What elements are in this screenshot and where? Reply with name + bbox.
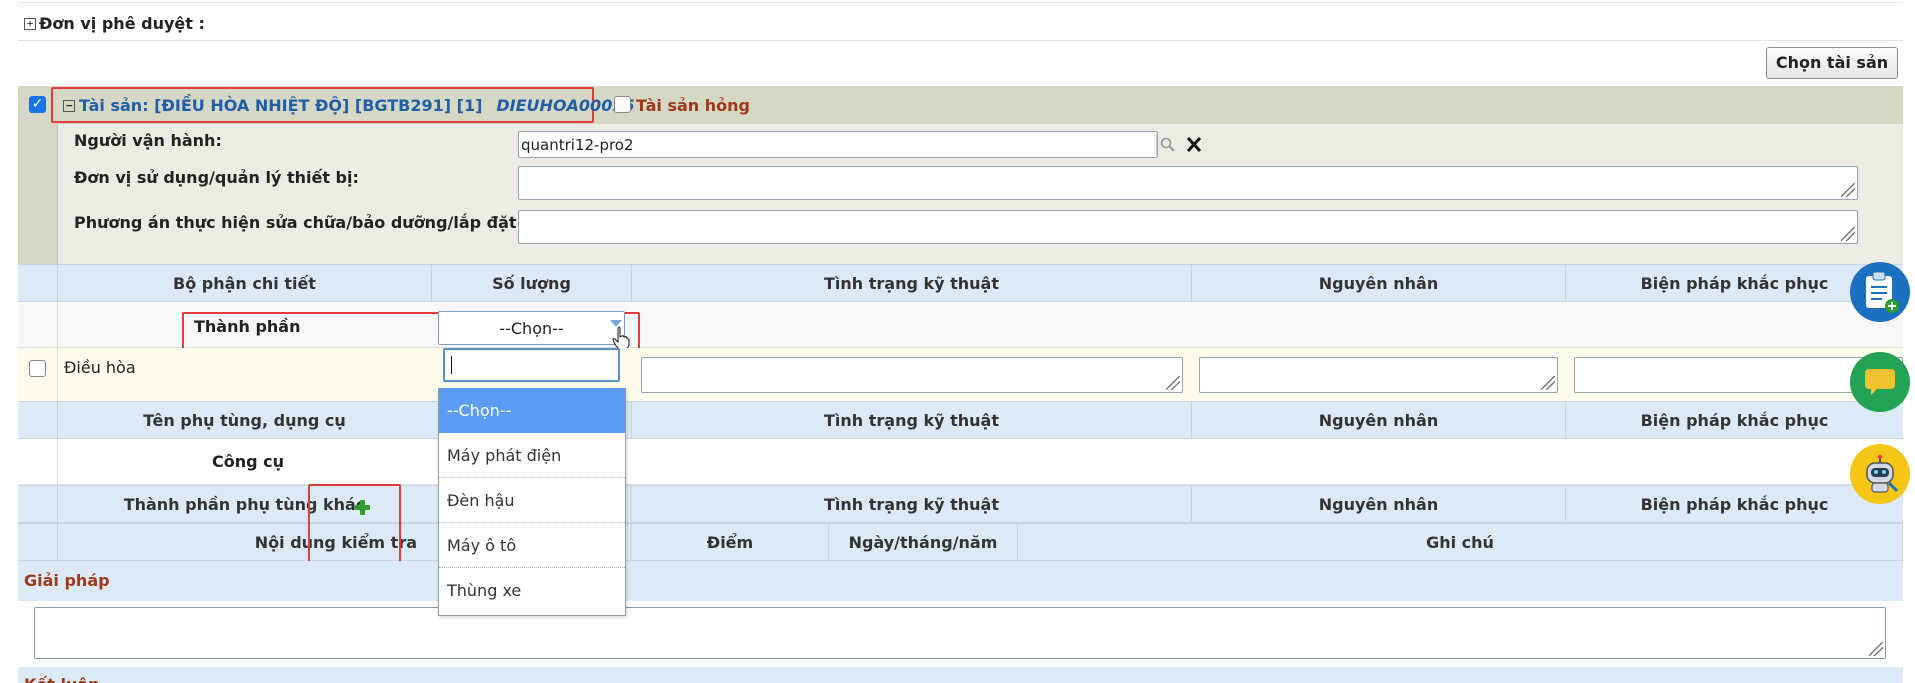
col-spare-remedy: Biện pháp khắc phục: [1565, 402, 1903, 438]
dropdown-option[interactable]: Thùng xe: [439, 568, 625, 613]
result-header: Kết luận: [18, 667, 1903, 683]
broken-asset-checkbox[interactable]: [614, 96, 631, 113]
expand-icon[interactable]: +: [24, 17, 36, 30]
chat-button[interactable]: [1850, 352, 1910, 412]
col-quantity: Số lượng: [431, 265, 631, 301]
col-date: Ngày/tháng/năm: [828, 524, 1017, 560]
solution-header: Giải pháp: [18, 561, 1903, 601]
operator-label: Người vận hành:: [74, 131, 222, 150]
item-tech-status-input[interactable]: [641, 357, 1183, 393]
plan-label: Phương án thực hiện sửa chữa/bảo dưỡng/l…: [74, 213, 523, 232]
text-cursor: [451, 356, 452, 374]
plan-textarea[interactable]: [518, 210, 1858, 244]
collapse-icon[interactable]: −: [63, 99, 75, 112]
col-spare-cause: Nguyên nhân: [1191, 402, 1565, 438]
dropdown-option[interactable]: Máy phát điện: [439, 433, 625, 478]
asset-checkbox[interactable]: ✓: [29, 96, 46, 113]
tools-row: [18, 439, 1903, 485]
solution-label: Giải pháp: [24, 571, 110, 590]
add-buttons-highlight: [308, 484, 401, 564]
parts-header-row: Bộ phận chi tiết Số lượng Tình trạng kỹ …: [18, 264, 1903, 302]
broken-asset-label: Tài sản hỏng: [636, 96, 750, 115]
dropdown-option[interactable]: Máy ô tô: [439, 523, 625, 568]
col-spare-name: Tên phụ tùng, dụng cụ: [57, 402, 431, 438]
check-header-row: Nội dung kiểm tra Điểm Ngày/tháng/năm Gh…: [18, 523, 1903, 561]
operator-input[interactable]: quantri12-pro2: [518, 131, 1158, 158]
asset-title[interactable]: Tài sản: [ĐIỀU HÒA NHIỆT ĐỘ] [BGTB291] […: [79, 96, 482, 115]
item-name: Điều hòa: [64, 358, 136, 377]
dropdown-search-input[interactable]: [443, 348, 620, 382]
chat-icon: [1865, 369, 1895, 395]
col-score: Điểm: [631, 524, 828, 560]
col-other-remedy: Biện pháp khắc phục: [1565, 486, 1903, 522]
tools-label: Công cụ: [212, 452, 285, 471]
choose-asset-button[interactable]: Chọn tài sản: [1766, 47, 1898, 79]
approval-section: + Đơn vị phê duyệt :: [18, 3, 1903, 41]
col-other-cause: Nguyên nhân: [1191, 486, 1565, 522]
solution-textarea[interactable]: [34, 607, 1886, 659]
unit-label: Đơn vị sử dụng/quản lý thiết bị:: [74, 168, 359, 187]
col-spare-status: Tình trạng kỹ thuật: [631, 402, 1191, 438]
col-cause: Nguyên nhân: [1191, 265, 1565, 301]
component-label: Thành phần: [194, 317, 301, 336]
robot-assistant-button[interactable]: [1850, 444, 1910, 504]
robot-icon: [1866, 455, 1899, 493]
other-parts-header-row: Thành phần phụ tùng khác Tình trạng kỹ t…: [18, 485, 1903, 523]
clipboard-icon: [1866, 271, 1899, 313]
cursor-hand-icon: [612, 326, 630, 350]
col-tech-status: Tình trạng kỹ thuật: [631, 265, 1191, 301]
clear-icon[interactable]: [1186, 135, 1202, 153]
component-select-value: --Chọn--: [499, 318, 564, 338]
item-checkbox[interactable]: [29, 360, 46, 377]
search-icon[interactable]: [1160, 137, 1176, 153]
spare-header-row: Tên phụ tùng, dụng cụ Tình trạng kỹ thuậ…: [18, 401, 1903, 439]
result-label: Kết luận: [24, 675, 100, 683]
dropdown-list: --Chọn-- Máy phát điện Đèn hậu Máy ô tô …: [438, 388, 626, 616]
dropdown-option[interactable]: Đèn hậu: [439, 478, 625, 523]
operator-value: quantri12-pro2: [521, 136, 634, 154]
col-other-status: Tình trạng kỹ thuật: [631, 486, 1191, 522]
component-select[interactable]: --Chọn--: [438, 311, 625, 345]
dropdown-option[interactable]: --Chọn--: [439, 388, 625, 433]
item-cause-input[interactable]: [1199, 357, 1558, 393]
clipboard-add-button[interactable]: [1850, 262, 1910, 322]
col-note: Ghi chú: [1017, 524, 1903, 560]
col-part-detail: Bộ phận chi tiết: [57, 265, 431, 301]
approval-label: Đơn vị phê duyệt :: [39, 14, 205, 33]
unit-textarea[interactable]: [518, 166, 1858, 200]
